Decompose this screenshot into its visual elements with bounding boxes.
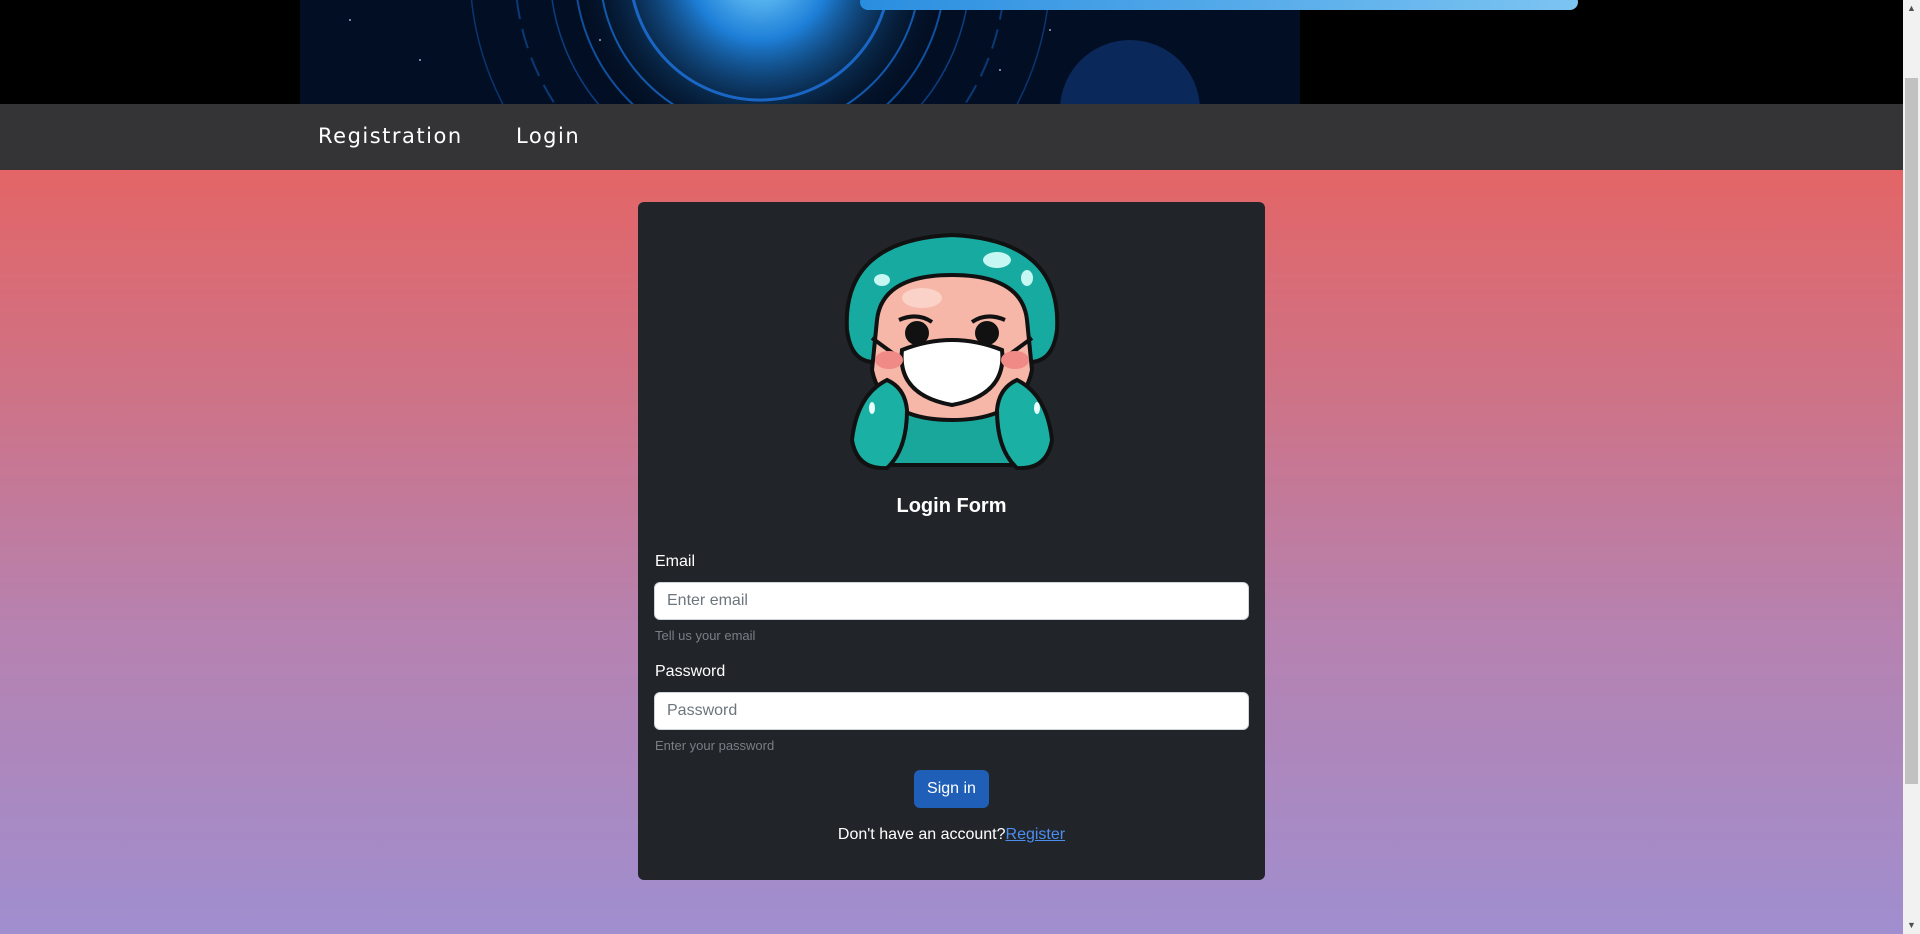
- nav-link-login[interactable]: Login: [516, 124, 580, 148]
- hero-banner-image: [0, 0, 1903, 104]
- form-title: Login Form: [896, 495, 1007, 517]
- navbar: Registration Login: [0, 104, 1903, 170]
- password-help-text: Enter your password: [655, 738, 775, 753]
- password-input[interactable]: [654, 692, 1249, 730]
- login-card: Login Form Email Tell us your email Pass…: [638, 202, 1265, 880]
- register-prompt-text: Don't have an account?: [837, 826, 1006, 843]
- masked-doctor-avatar: [844, 232, 1060, 470]
- scrollbar-thumb[interactable]: [1905, 78, 1918, 784]
- hero-banner: [0, 0, 1903, 104]
- triangle-up-icon[interactable]: ▲: [1903, 0, 1920, 17]
- triangle-down-icon[interactable]: ▼: [1903, 917, 1920, 934]
- email-help-text: Tell us your email: [655, 628, 756, 643]
- vertical-scrollbar[interactable]: ▲ ▼: [1903, 0, 1920, 934]
- register-prompt: Don't have an account?Register: [638, 826, 1265, 844]
- sign-in-button[interactable]: Sign in: [914, 770, 989, 808]
- page: Registration Login Login Form Email Ente…: [0, 0, 1903, 934]
- email-input[interactable]: [654, 582, 1249, 620]
- email-label: Email: [655, 553, 696, 570]
- password-label: Password: [655, 663, 726, 680]
- register-link[interactable]: Register: [1006, 826, 1066, 843]
- nav-link-registration[interactable]: Registration: [318, 124, 463, 148]
